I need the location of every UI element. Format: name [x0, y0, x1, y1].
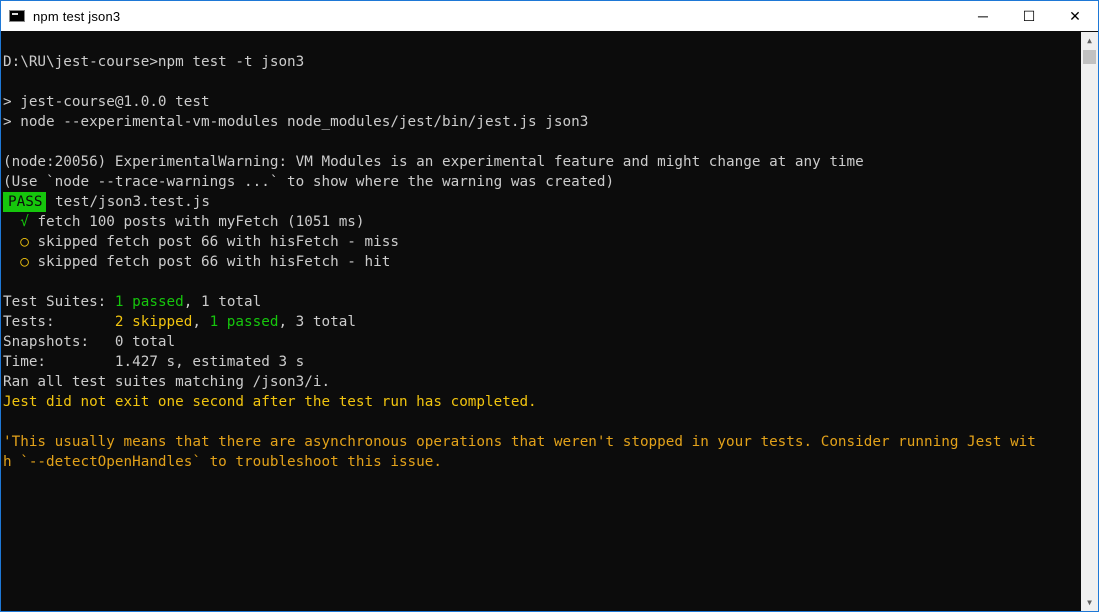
suites-total: , 1 total — [183, 294, 262, 310]
pass-badge: PASS — [3, 192, 47, 212]
test-result-text: skipped fetch post 66 with hisFetch - mi… — [37, 234, 399, 250]
tests-total: , 3 total — [278, 314, 356, 330]
check-icon: √ — [20, 214, 29, 230]
test-result-text: fetch 100 posts with myFetch (1051 ms) — [37, 214, 365, 230]
summary-suites-line: Test Suites: 1 passed, 1 total — [1, 292, 1081, 312]
summary-label: Tests: — [3, 314, 115, 330]
terminal-output[interactable]: D:\RU\jest-course>npm test -t json3 > je… — [1, 32, 1081, 611]
summary-time-line: Time: 1.427 s, estimated 3 s — [3, 354, 305, 370]
test-file-line: PASS test/json3.test.js — [1, 192, 1081, 212]
suites-passed: 1 passed — [114, 294, 184, 310]
scroll-thumb[interactable] — [1083, 50, 1096, 64]
open-handles-hint-line: h `--detectOpenHandles` to troubleshoot … — [3, 454, 442, 470]
jest-exit-warning-line: Jest did not exit one second after the t… — [3, 394, 537, 410]
warning-line: (node:20056) ExperimentalWarning: VM Mod… — [3, 154, 864, 170]
warning-hint-line: (Use `node --trace-warnings ...` to show… — [3, 174, 615, 190]
tests-skipped: 2 skipped — [114, 314, 193, 330]
summary-tests-line: Tests: 2 skipped, 1 passed, 3 total — [1, 312, 1081, 332]
console-app-icon — [9, 10, 25, 22]
test-result-text: skipped fetch post 66 with hisFetch - hi… — [37, 254, 391, 270]
test-result-line: √ fetch 100 posts with myFetch (1051 ms) — [1, 212, 1081, 232]
title-bar[interactable]: npm test json3 ─ ☐ ✕ — [1, 1, 1098, 31]
scroll-down-arrow-icon[interactable]: ▼ — [1081, 594, 1098, 611]
skipped-circle-icon: ○ — [20, 234, 29, 250]
open-handles-hint-line: 'This usually means that there are async… — [3, 434, 1036, 450]
terminal-window: npm test json3 ─ ☐ ✕ D:\RU\jest-course>n… — [0, 0, 1099, 612]
prompt-line: D:\RU\jest-course>npm test -t json3 — [3, 54, 305, 70]
test-result-line: ○ skipped fetch post 66 with hisFetch - … — [1, 252, 1081, 272]
summary-label: Test Suites: — [3, 294, 115, 310]
summary-ran-all-line: Ran all test suites matching /json3/i. — [3, 374, 331, 390]
window-title: npm test json3 — [33, 8, 121, 24]
skipped-circle-icon: ○ — [20, 254, 29, 270]
script-command-line: > node --experimental-vm-modules node_mo… — [3, 114, 589, 130]
scroll-up-arrow-icon[interactable]: ▲ — [1081, 32, 1098, 49]
script-header-line: > jest-course@1.0.0 test — [3, 94, 210, 110]
test-result-line: ○ skipped fetch post 66 with hisFetch - … — [1, 232, 1081, 252]
maximize-button[interactable]: ☐ — [1006, 1, 1052, 31]
tests-separator: , — [192, 314, 210, 330]
test-file-name: test/json3.test.js — [46, 194, 210, 210]
close-button[interactable]: ✕ — [1052, 1, 1098, 31]
summary-snapshots-line: Snapshots: 0 total — [3, 334, 176, 350]
vertical-scrollbar[interactable]: ▲ ▼ — [1081, 32, 1098, 611]
tests-passed: 1 passed — [209, 314, 279, 330]
minimize-button[interactable]: ─ — [960, 1, 1006, 31]
